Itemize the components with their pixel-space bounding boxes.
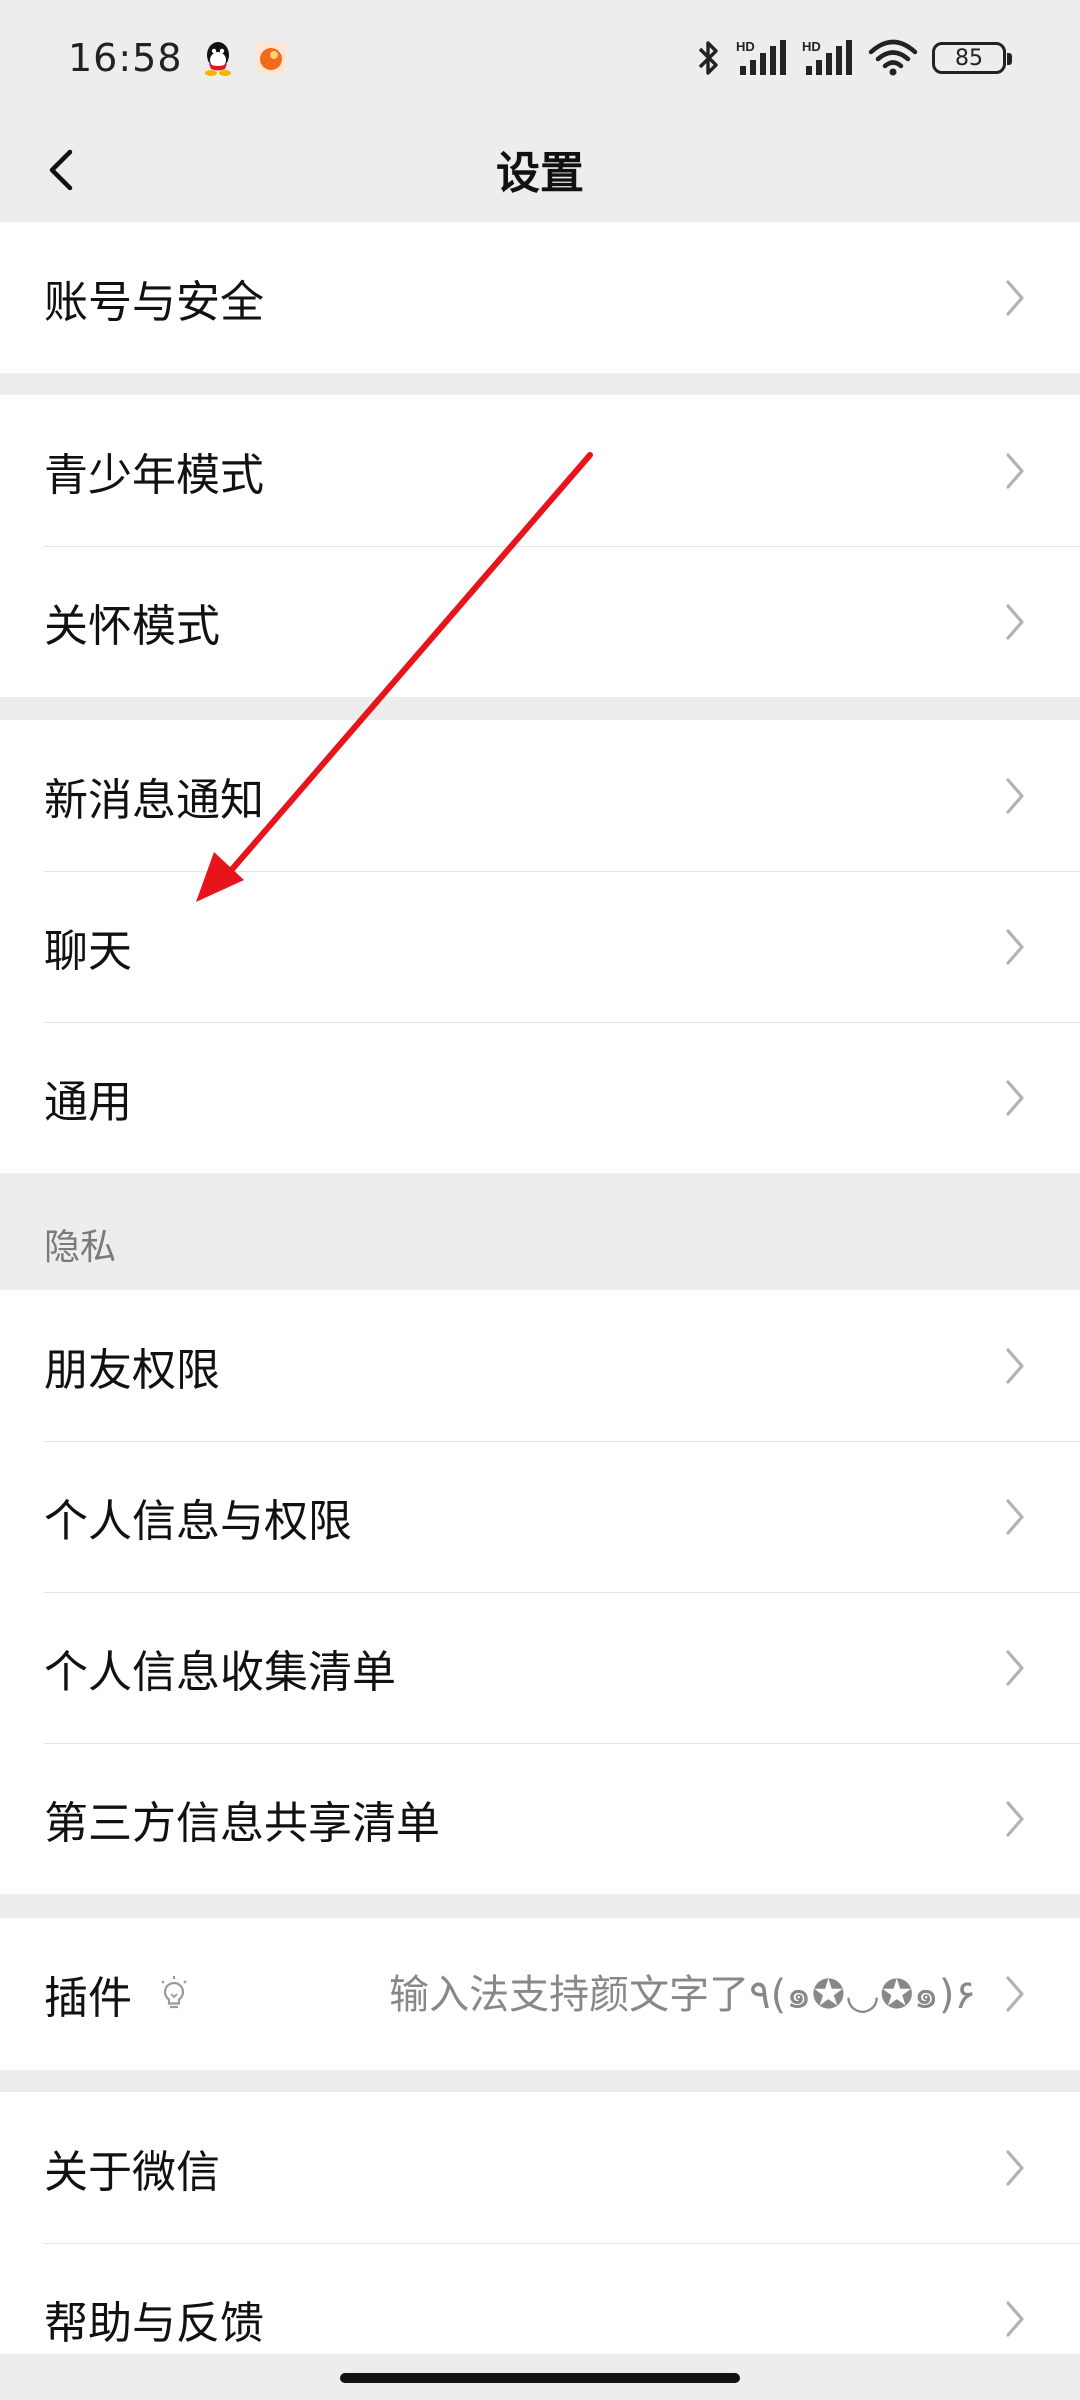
settings-item-label: 通用: [44, 1076, 132, 1128]
status-bar: 16:58 HD HD 85: [0, 0, 1080, 116]
settings-item-general[interactable]: 通用: [0, 1022, 1080, 1173]
chevron-left-icon[interactable]: [36, 142, 92, 198]
bluetooth-icon: [698, 41, 718, 75]
chevron-right-icon: [1006, 1347, 1024, 1384]
settings-item-care-mode[interactable]: 关怀模式: [0, 546, 1080, 697]
page-title: 设置: [496, 148, 584, 199]
home-indicator[interactable]: [340, 2373, 740, 2383]
section-header-privacy: 隐私: [44, 1227, 117, 1268]
chevron-right-icon: [1006, 603, 1024, 640]
lightbulb-icon: [161, 1976, 187, 2009]
settings-item-notifications[interactable]: 新消息通知: [0, 720, 1080, 871]
chevron-right-icon: [1006, 1498, 1024, 1535]
chevron-right-icon: [1006, 777, 1024, 814]
about-group: 关于微信 帮助与反馈: [0, 2092, 1080, 2354]
settings-page: 16:58 HD HD 85 设置 账号与安全 青少年模式 关怀模式 新消息通知…: [0, 0, 1080, 2400]
settings-item-plugins[interactable]: 插件 输入法支持颜文字了٩(๑✪◡✪๑)۶: [0, 1918, 1080, 2070]
chevron-right-icon: [1006, 928, 1024, 965]
settings-item-label: 关怀模式: [44, 600, 220, 652]
settings-item-label: 青少年模式: [44, 449, 264, 501]
battery-icon: 85: [932, 42, 1012, 74]
settings-item-label: 账号与安全: [44, 276, 264, 328]
chevron-right-icon: [1006, 2149, 1024, 2186]
settings-item-label: 个人信息与权限: [44, 1495, 352, 1547]
settings-item-help-feedback[interactable]: 帮助与反馈: [0, 2243, 1080, 2354]
plugin-announcement: 输入法支持颜文字了٩(๑✪◡✪๑)۶: [389, 1972, 976, 2018]
chevron-right-icon: [1006, 279, 1024, 316]
settings-item-account-security[interactable]: 账号与安全: [0, 222, 1080, 373]
settings-item-chat[interactable]: 聊天: [0, 871, 1080, 1022]
settings-item-youth-mode[interactable]: 青少年模式: [0, 395, 1080, 546]
chevron-right-icon: [1006, 2300, 1024, 2337]
hd-label: HD: [802, 39, 821, 54]
signal-icon: HD: [802, 39, 852, 75]
settings-item-info-collection-list[interactable]: 个人信息收集清单: [0, 1592, 1080, 1743]
app-icon: [254, 42, 287, 74]
plugins-group: 插件 输入法支持颜文字了٩(๑✪◡✪๑)۶: [0, 1918, 1080, 2070]
chevron-right-icon: [1006, 1976, 1024, 2012]
settings-item-label: 聊天: [44, 925, 132, 977]
settings-item-label: 个人信息收集清单: [44, 1646, 396, 1698]
chevron-right-icon: [1006, 1649, 1024, 1686]
settings-item-about-wechat[interactable]: 关于微信: [0, 2092, 1080, 2243]
settings-item-label: 新消息通知: [44, 774, 264, 826]
chevron-right-icon: [1006, 1800, 1024, 1837]
signal-icon: HD: [736, 39, 786, 75]
settings-item-label: 帮助与反馈: [44, 2297, 264, 2349]
settings-item-label: 朋友权限: [44, 1344, 220, 1396]
chevron-right-icon: [1006, 452, 1024, 489]
settings-item-label: 关于微信: [44, 2146, 220, 2198]
settings-item-friend-permissions[interactable]: 朋友权限: [0, 1290, 1080, 1441]
nav-bar: 设置: [0, 116, 1080, 222]
settings-item-third-party-sharing-list[interactable]: 第三方信息共享清单: [0, 1743, 1080, 1894]
modes-group: 青少年模式 关怀模式: [0, 395, 1080, 697]
settings-item-personal-info-permissions[interactable]: 个人信息与权限: [0, 1441, 1080, 1592]
wifi-icon: [868, 39, 918, 76]
settings-item-label: 第三方信息共享清单: [44, 1797, 440, 1849]
general-group: 新消息通知 聊天 通用: [0, 720, 1080, 1173]
hd-label: HD: [736, 39, 755, 54]
chevron-right-icon: [1006, 1079, 1024, 1116]
settings-item-label: 插件: [44, 1973, 132, 2024]
privacy-group: 朋友权限 个人信息与权限 个人信息收集清单 第三方信息共享清单: [0, 1290, 1080, 1894]
account-group: 账号与安全: [0, 222, 1080, 373]
battery-level: 85: [955, 45, 983, 71]
qq-icon: [204, 42, 231, 76]
status-time: 16:58: [68, 36, 183, 80]
